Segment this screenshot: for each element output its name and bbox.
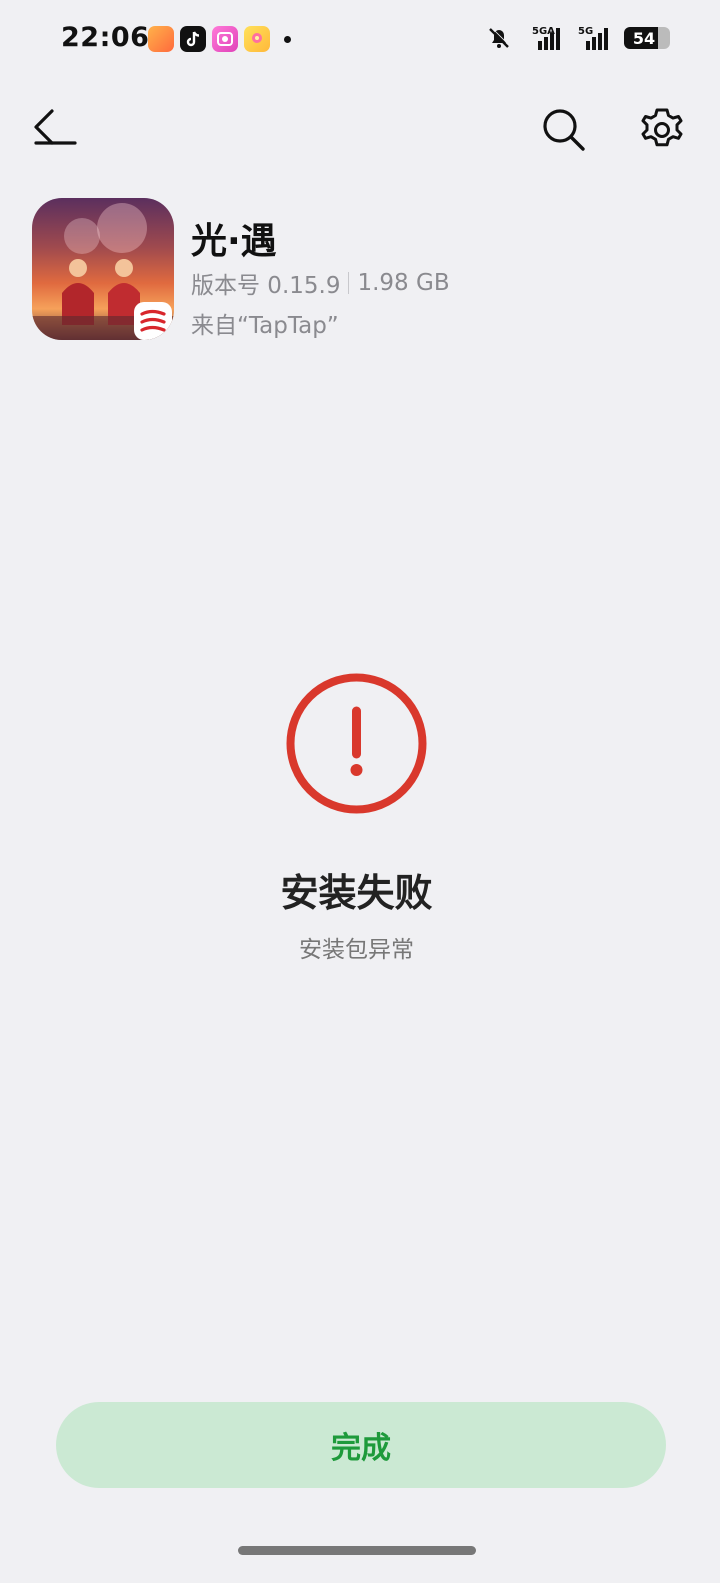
clock: 22:06 bbox=[61, 22, 150, 53]
battery-icon: 54 bbox=[624, 27, 670, 49]
status-bar: 22:06 5GA 5G 54 bbox=[0, 0, 720, 80]
gear-icon bbox=[641, 108, 683, 147]
tiktok-icon bbox=[180, 26, 206, 52]
done-button[interactable]: 完成 bbox=[56, 1402, 666, 1488]
back-button[interactable] bbox=[30, 108, 82, 156]
battery-level: 54 bbox=[632, 28, 656, 48]
install-result-message: 安装包异常 bbox=[299, 937, 414, 963]
app-name: 光·遇 bbox=[191, 221, 277, 262]
app-source: 来自“TapTap” bbox=[191, 313, 339, 339]
mute-bell-icon bbox=[489, 27, 510, 48]
camera-app-icon bbox=[212, 26, 238, 52]
app-version: 版本号 0.15.9 bbox=[191, 273, 341, 299]
home-indicator[interactable] bbox=[238, 1546, 476, 1555]
signal-5g-icon: 5G bbox=[578, 26, 608, 50]
meta-divider bbox=[348, 272, 350, 294]
notification-icons bbox=[148, 26, 291, 52]
settings-button[interactable] bbox=[638, 106, 686, 154]
more-notifications-dot bbox=[284, 35, 291, 43]
app-meta: 版本号 0.15.9 1.98 GB bbox=[191, 266, 450, 300]
search-button[interactable] bbox=[540, 106, 588, 154]
flower-app-icon bbox=[244, 26, 270, 52]
back-arrow-icon bbox=[34, 109, 77, 145]
top-toolbar bbox=[0, 96, 720, 166]
error-alert-icon bbox=[284, 671, 429, 816]
app-size: 1.98 GB bbox=[357, 270, 450, 296]
install-result-title: 安装失败 bbox=[280, 871, 433, 915]
video-app-icon bbox=[148, 26, 174, 52]
signal-5ga-icon: 5GA bbox=[532, 26, 560, 50]
signal-2-label: 5G bbox=[578, 26, 593, 37]
app-icon bbox=[32, 198, 174, 340]
search-icon bbox=[543, 109, 585, 151]
system-status: 5GA 5G 54 bbox=[486, 24, 670, 52]
